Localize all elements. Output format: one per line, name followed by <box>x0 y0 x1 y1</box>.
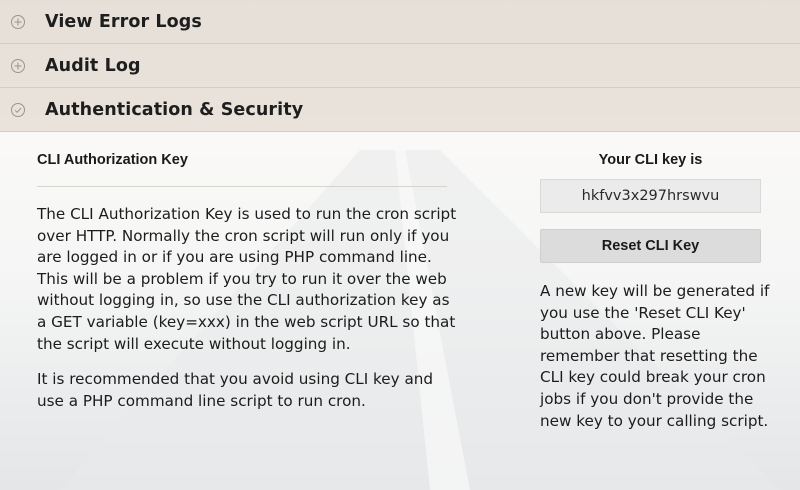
divider <box>37 186 447 187</box>
reset-note: A new key will be generated if you use t… <box>540 282 770 430</box>
accordion-view-error-logs[interactable]: View Error Logs <box>0 0 800 44</box>
section-title: CLI Authorization Key <box>37 152 188 168</box>
accordion-title: View Error Logs <box>45 11 202 32</box>
check-circle-icon[interactable] <box>10 102 26 118</box>
accordion-title: Audit Log <box>45 55 141 76</box>
accordion-audit-log[interactable]: Audit Log <box>0 44 800 88</box>
plus-circle-icon[interactable] <box>10 14 26 30</box>
cli-key-field[interactable]: hkfvv3x297hrswvu <box>540 179 761 213</box>
cli-key-label: Your CLI key is <box>598 152 703 168</box>
accordion-title: Authentication & Security <box>45 99 304 120</box>
plus-circle-icon[interactable] <box>10 58 26 74</box>
reset-cli-key-button[interactable]: Reset CLI Key <box>540 229 761 263</box>
cli-description: The CLI Authorization Key is used to run… <box>37 204 457 426</box>
description-paragraph: The CLI Authorization Key is used to run… <box>37 205 457 353</box>
description-paragraph: It is recommended that you avoid using C… <box>37 370 434 410</box>
accordion-authentication-security[interactable]: Authentication & Security <box>0 88 800 132</box>
